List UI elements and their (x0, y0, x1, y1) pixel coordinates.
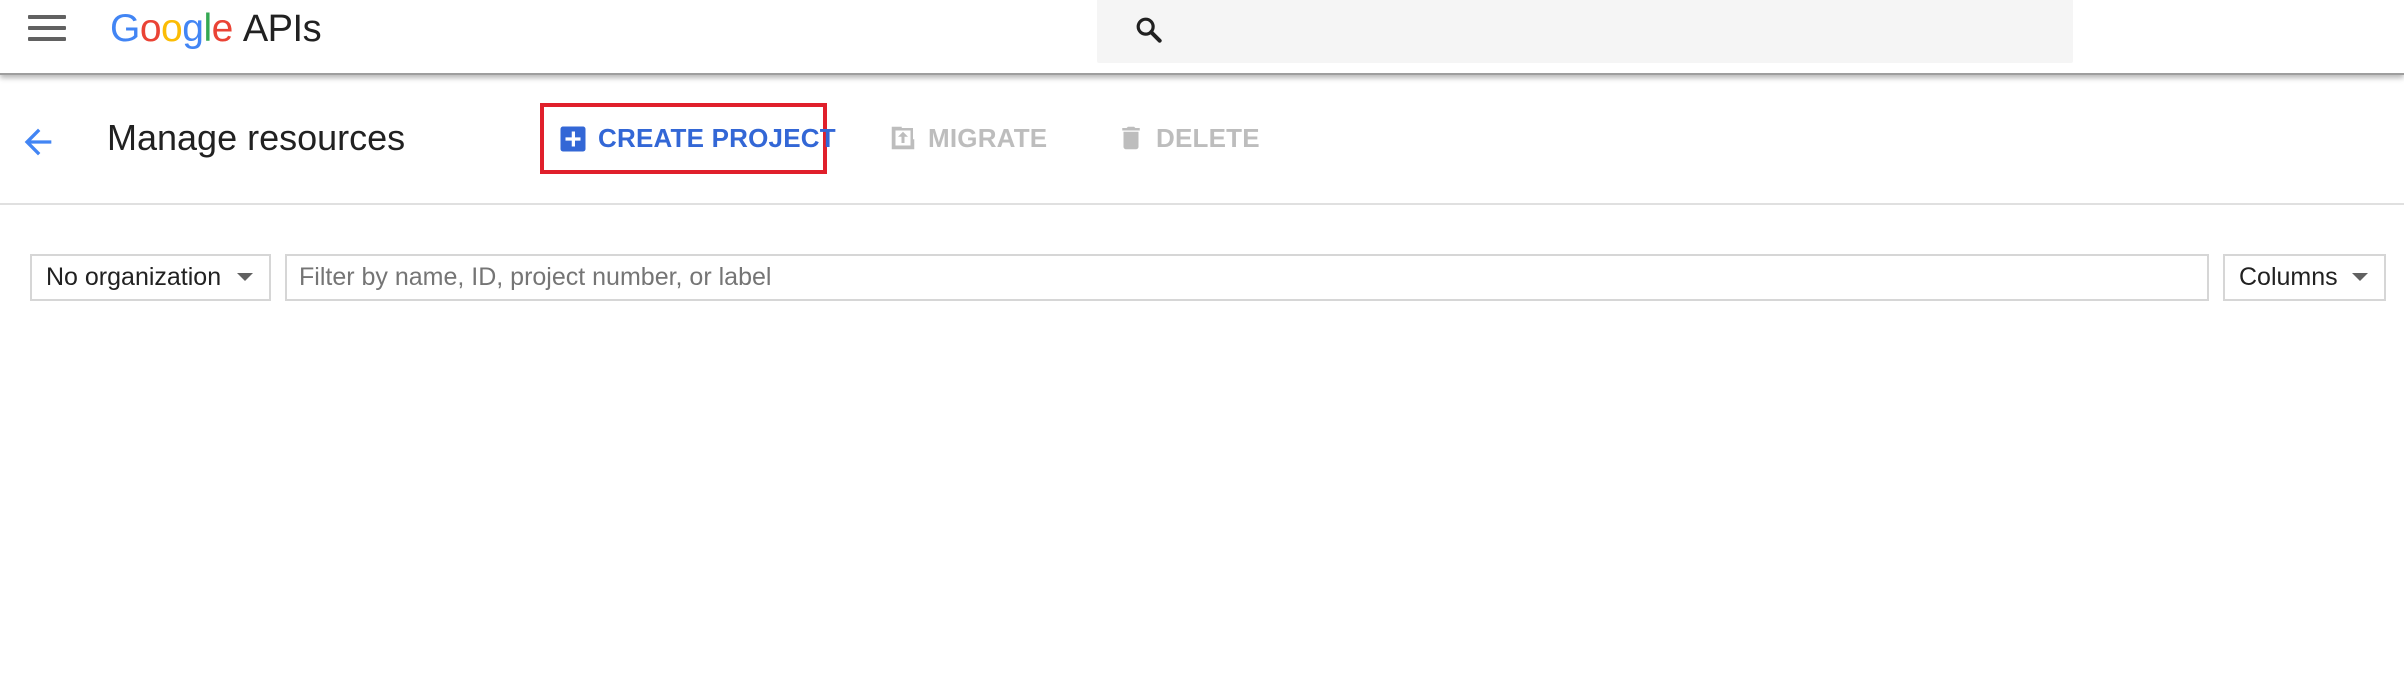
app-header: G o o g l e APIs (0, 0, 2404, 75)
filter-input[interactable] (285, 254, 2209, 301)
migrate-label: MIGRATE (928, 122, 1048, 153)
logo-letter: o (161, 7, 183, 50)
trash-icon (1122, 126, 1140, 150)
search-bar[interactable] (1097, 0, 2073, 63)
migrate-button[interactable]: MIGRATE (888, 120, 1047, 156)
logo-product-name: APIs (242, 7, 322, 50)
add-box-icon (560, 126, 586, 151)
columns-select[interactable]: Columns (2223, 254, 2386, 301)
search-icon[interactable] (1133, 14, 1165, 46)
organization-select[interactable]: No organization (30, 254, 271, 301)
create-project-label: CREATE PROJECT (598, 123, 836, 153)
google-apis-logo[interactable]: G o o g l e APIs (110, 2, 322, 56)
create-project-button[interactable]: CREATE PROJECT (540, 103, 836, 174)
chevron-down-icon (237, 273, 253, 281)
logo-letter: g (182, 7, 204, 50)
delete-label: DELETE (1156, 122, 1260, 153)
migrate-upload-icon (891, 126, 915, 150)
columns-select-label: Columns (2239, 263, 2338, 291)
page-title: Manage resources (107, 117, 406, 158)
logo-letter: G (110, 7, 140, 50)
logo-letter: l (203, 7, 212, 50)
arrow-left-icon[interactable] (18, 122, 58, 162)
delete-button[interactable]: DELETE (1116, 120, 1260, 156)
page-toolbar: Manage resources CREATE PROJECT MIGRATE … (0, 77, 2404, 205)
logo-letter: o (139, 7, 162, 50)
hamburger-menu-icon[interactable] (28, 15, 66, 41)
chevron-down-icon (2352, 273, 2368, 281)
organization-select-value: No organization (46, 263, 222, 291)
logo-letter: e (211, 7, 234, 50)
